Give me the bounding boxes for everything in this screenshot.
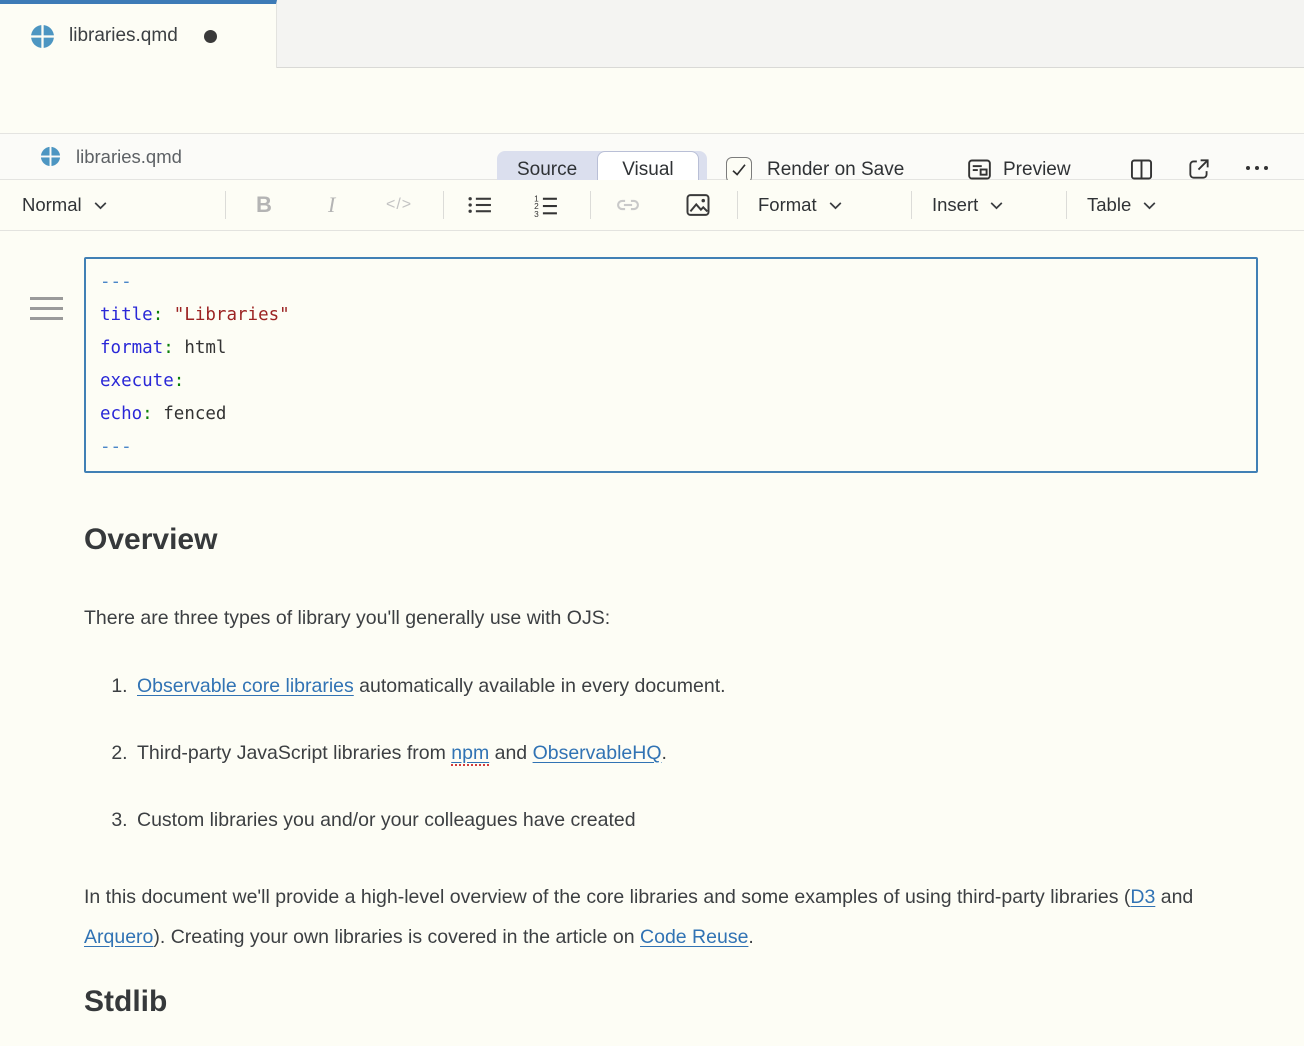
closing-paragraph: In this document we'll provide a high-le…: [84, 877, 1258, 957]
format-menu-label: Format: [758, 194, 817, 216]
image-icon: [684, 191, 712, 219]
preview-label: Preview: [1003, 159, 1071, 181]
tab-title: libraries.qmd: [69, 25, 178, 47]
doc-link[interactable]: Code Reuse: [640, 926, 748, 948]
intro-paragraph: There are three types of library you'll …: [84, 603, 1258, 633]
code-line: ---: [100, 266, 1242, 299]
quarto-icon: [40, 146, 61, 167]
doc-link[interactable]: D3: [1130, 886, 1155, 908]
code-line: format: html: [100, 332, 1242, 365]
heading-overview: Overview: [84, 521, 1258, 559]
list-item: Observable core libraries automatically …: [133, 671, 1258, 701]
doc-link[interactable]: Arquero: [84, 926, 153, 948]
open-external-icon: [1186, 156, 1212, 182]
open-external-button[interactable]: [1186, 156, 1212, 182]
tab-bar: libraries.qmd: [0, 0, 1304, 68]
doc-link[interactable]: npm: [451, 742, 489, 766]
chevron-down-icon: [1141, 197, 1158, 214]
split-editor-button[interactable]: [1128, 156, 1155, 183]
library-types-list: Observable core libraries automatically …: [84, 671, 1258, 835]
visual-editor-surface[interactable]: ---title: "Libraries"format: htmlexecute…: [0, 257, 1304, 1021]
toolbar-separator: [590, 191, 591, 219]
code-line: title: "Libraries": [100, 299, 1242, 332]
heading-stdlib: Stdlib: [84, 983, 1258, 1021]
list-item: Custom libraries you and/or your colleag…: [133, 805, 1258, 835]
numbered-list-button[interactable]: 1 2 3: [532, 180, 559, 230]
doc-link[interactable]: ObservableHQ: [533, 742, 662, 764]
numbered-list-icon: 1 2 3: [532, 192, 559, 218]
code-line: execute:: [100, 365, 1242, 398]
table-menu-dropdown[interactable]: Table: [1087, 180, 1158, 230]
chevron-down-icon: [92, 197, 109, 214]
toolbar-separator: [1066, 191, 1067, 219]
chevron-down-icon: [988, 197, 1005, 214]
block-drag-handle-icon[interactable]: [30, 297, 63, 327]
toolbar-separator: [225, 191, 226, 219]
code-line: echo: fenced: [100, 398, 1242, 431]
insert-menu-dropdown[interactable]: Insert: [932, 180, 1005, 230]
tab-libraries-qmd[interactable]: libraries.qmd: [0, 0, 277, 68]
link-icon: [614, 191, 642, 219]
link-button[interactable]: [614, 180, 642, 230]
code-icon: </>: [386, 196, 412, 214]
bold-button[interactable]: B: [256, 180, 272, 230]
preview-button[interactable]: Preview: [966, 156, 1071, 183]
paragraph-style-value: Normal: [22, 194, 82, 216]
paragraph-style-dropdown[interactable]: Normal: [22, 180, 109, 230]
code-line: ---: [100, 431, 1242, 464]
toolbar-separator: [911, 191, 912, 219]
yaml-front-matter-block[interactable]: ---title: "Libraries"format: htmlexecute…: [84, 257, 1258, 473]
list-item: Third-party JavaScript libraries from np…: [133, 738, 1258, 768]
italic-button[interactable]: I: [328, 180, 335, 230]
quarto-icon: [30, 24, 55, 49]
split-pane-icon: [1128, 156, 1155, 183]
table-menu-label: Table: [1087, 194, 1131, 216]
italic-icon: I: [328, 192, 335, 218]
image-button[interactable]: [684, 180, 712, 230]
doc-link[interactable]: Observable core libraries: [137, 675, 354, 697]
insert-menu-label: Insert: [932, 194, 978, 216]
preview-panel-icon: [966, 156, 993, 183]
inline-code-button[interactable]: </>: [386, 180, 412, 230]
format-menu-dropdown[interactable]: Format: [758, 180, 844, 230]
toolbar-separator: [737, 191, 738, 219]
more-options-button[interactable]: [1242, 153, 1272, 183]
formatting-toolbar: Normal B I </> 1 2: [0, 180, 1304, 231]
bold-icon: B: [256, 192, 272, 218]
chevron-down-icon: [827, 197, 844, 214]
tab-bar-empty-area: [277, 0, 1304, 68]
bullet-list-button[interactable]: [466, 180, 493, 230]
svg-text:3: 3: [534, 209, 539, 218]
ellipsis-icon: [1242, 153, 1272, 183]
editor-toolbar: Source Visual Render on Save Preview: [0, 68, 1304, 133]
breadcrumb-file-name[interactable]: libraries.qmd: [76, 146, 182, 168]
toolbar-separator: [443, 191, 444, 219]
modified-dot-icon: [204, 30, 217, 43]
bullet-list-icon: [466, 192, 493, 218]
